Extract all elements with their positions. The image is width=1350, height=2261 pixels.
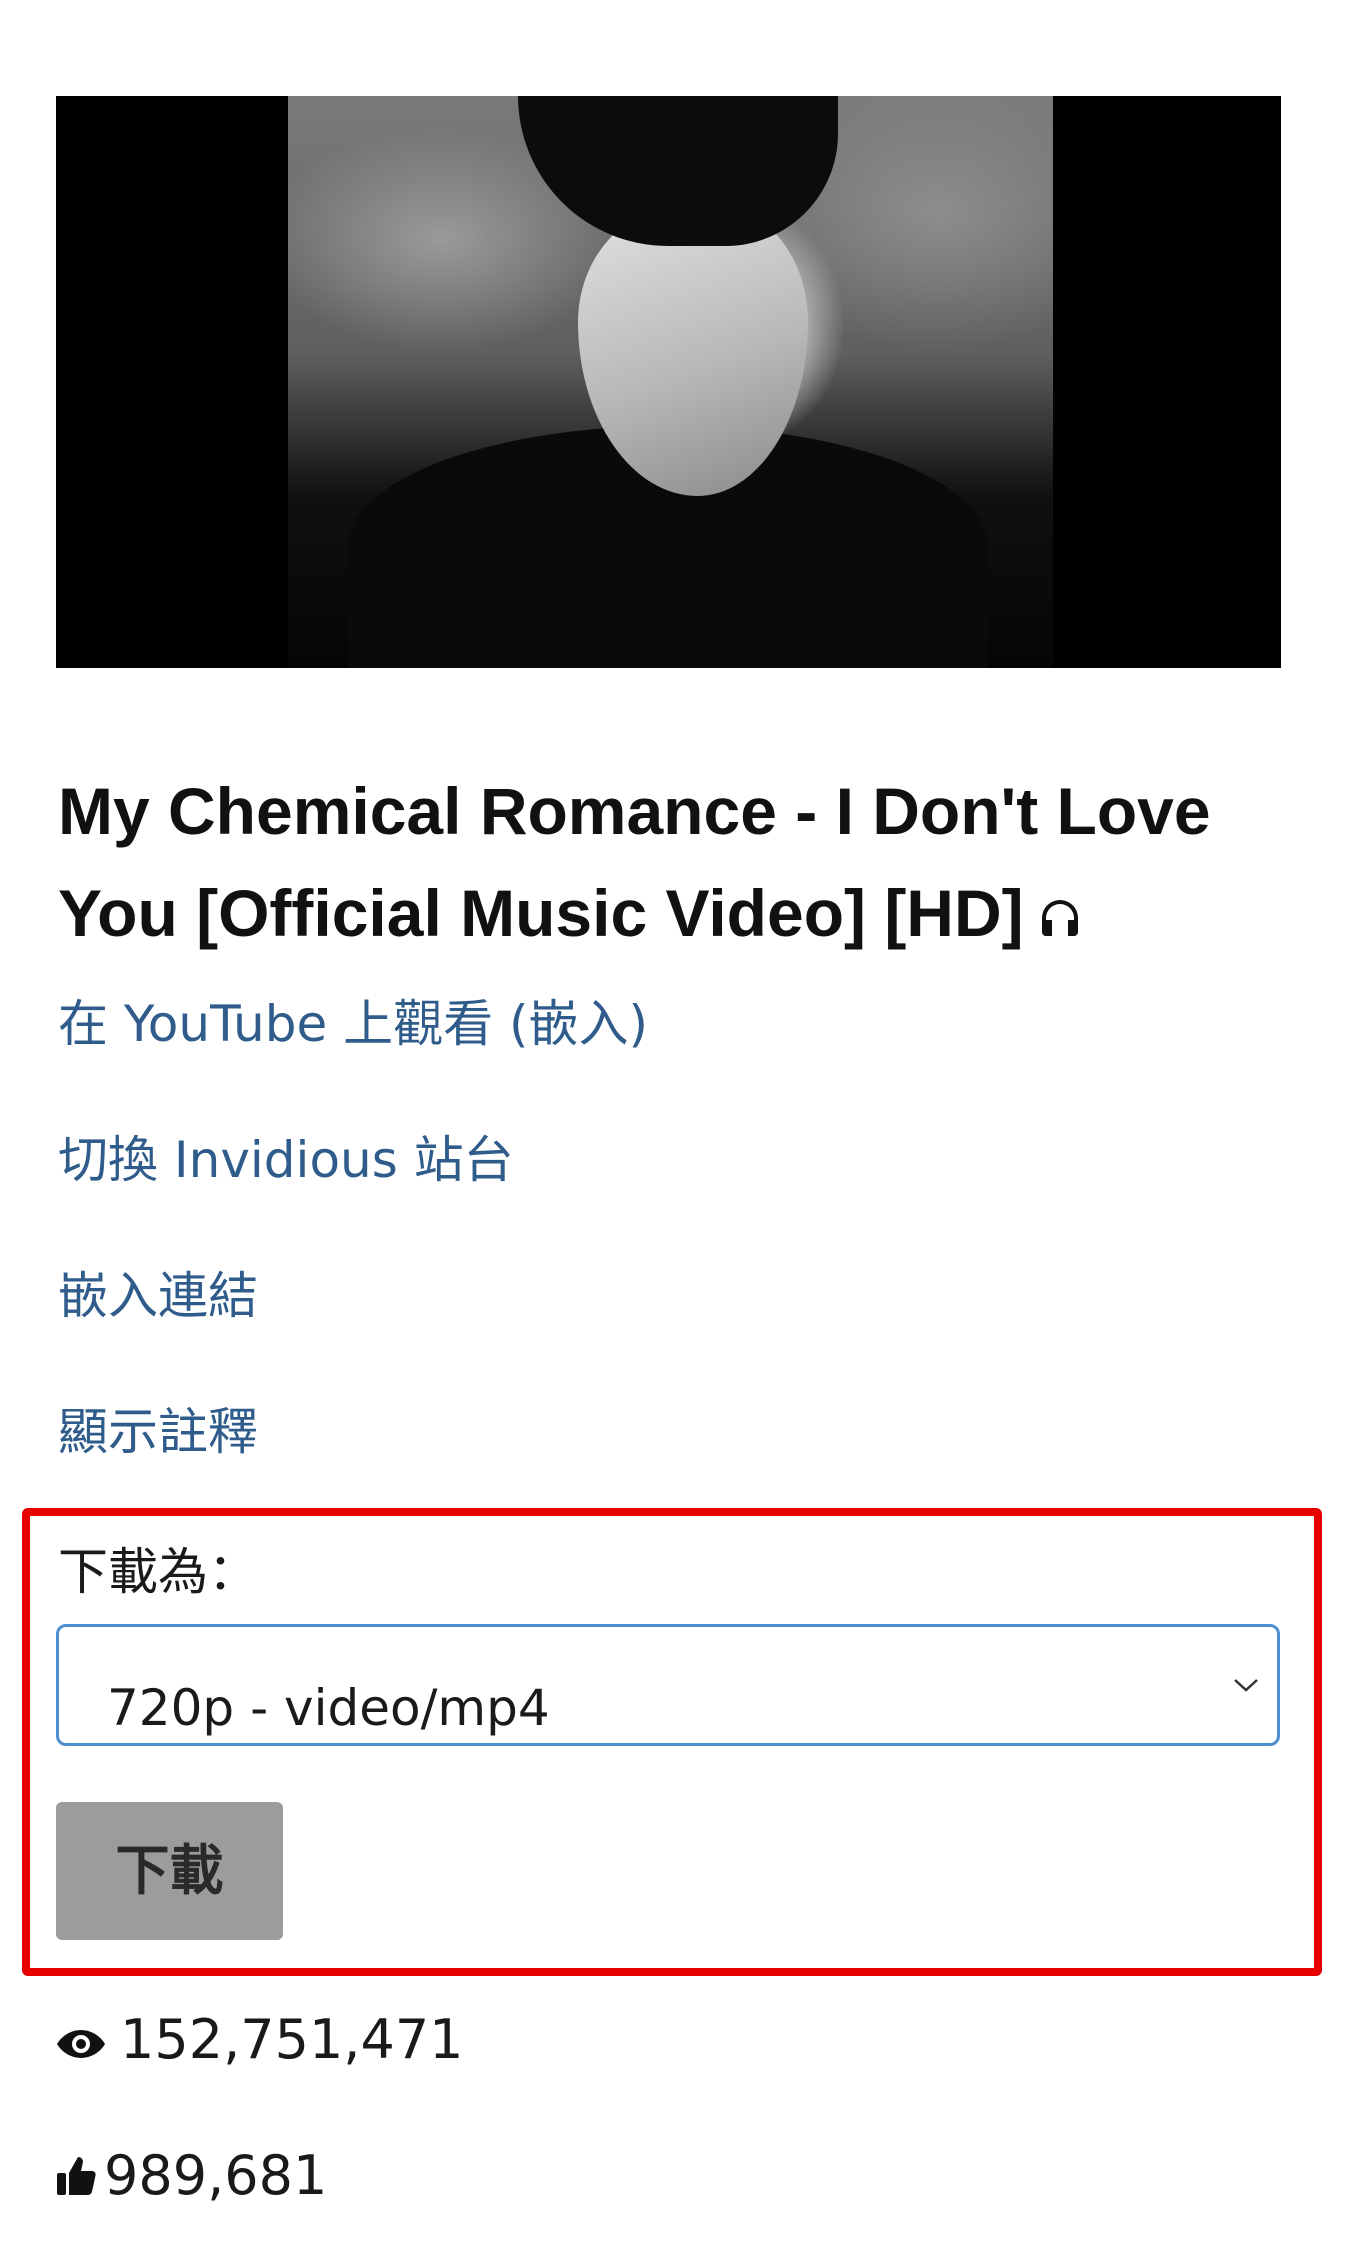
chevron-down-icon [1231, 1673, 1261, 1701]
thumbnail-figure-hair [518, 96, 838, 246]
view-count-value: 152,751,471 [120, 2008, 464, 2071]
video-title: My Chemical Romance - I Don't Love You [… [58, 760, 1258, 970]
download-as-label: 下載為： [58, 1543, 258, 1601]
download-format-select[interactable]: 720p - video/mp4 [56, 1624, 1280, 1746]
video-player[interactable] [56, 96, 1281, 668]
download-format-value: 720p - video/mp4 [107, 1679, 550, 1737]
watch-on-youtube-link[interactable]: 在 YouTube 上觀看 (嵌入) [58, 992, 648, 1056]
like-count: 989,681 [56, 2144, 327, 2211]
embed-link[interactable]: 嵌入連結 [58, 1264, 258, 1328]
thumbs-up-icon [56, 2147, 96, 2211]
video-thumbnail[interactable] [288, 96, 1053, 668]
view-count: 152,751,471 [56, 2008, 464, 2075]
eye-icon [56, 2011, 106, 2075]
show-annotations-link[interactable]: 顯示註釋 [58, 1400, 258, 1464]
headphones-icon[interactable] [1036, 868, 1084, 970]
like-count-value: 989,681 [104, 2144, 328, 2207]
switch-instance-link[interactable]: 切換 Invidious 站台 [58, 1128, 514, 1192]
download-button[interactable]: 下載 [56, 1802, 283, 1940]
